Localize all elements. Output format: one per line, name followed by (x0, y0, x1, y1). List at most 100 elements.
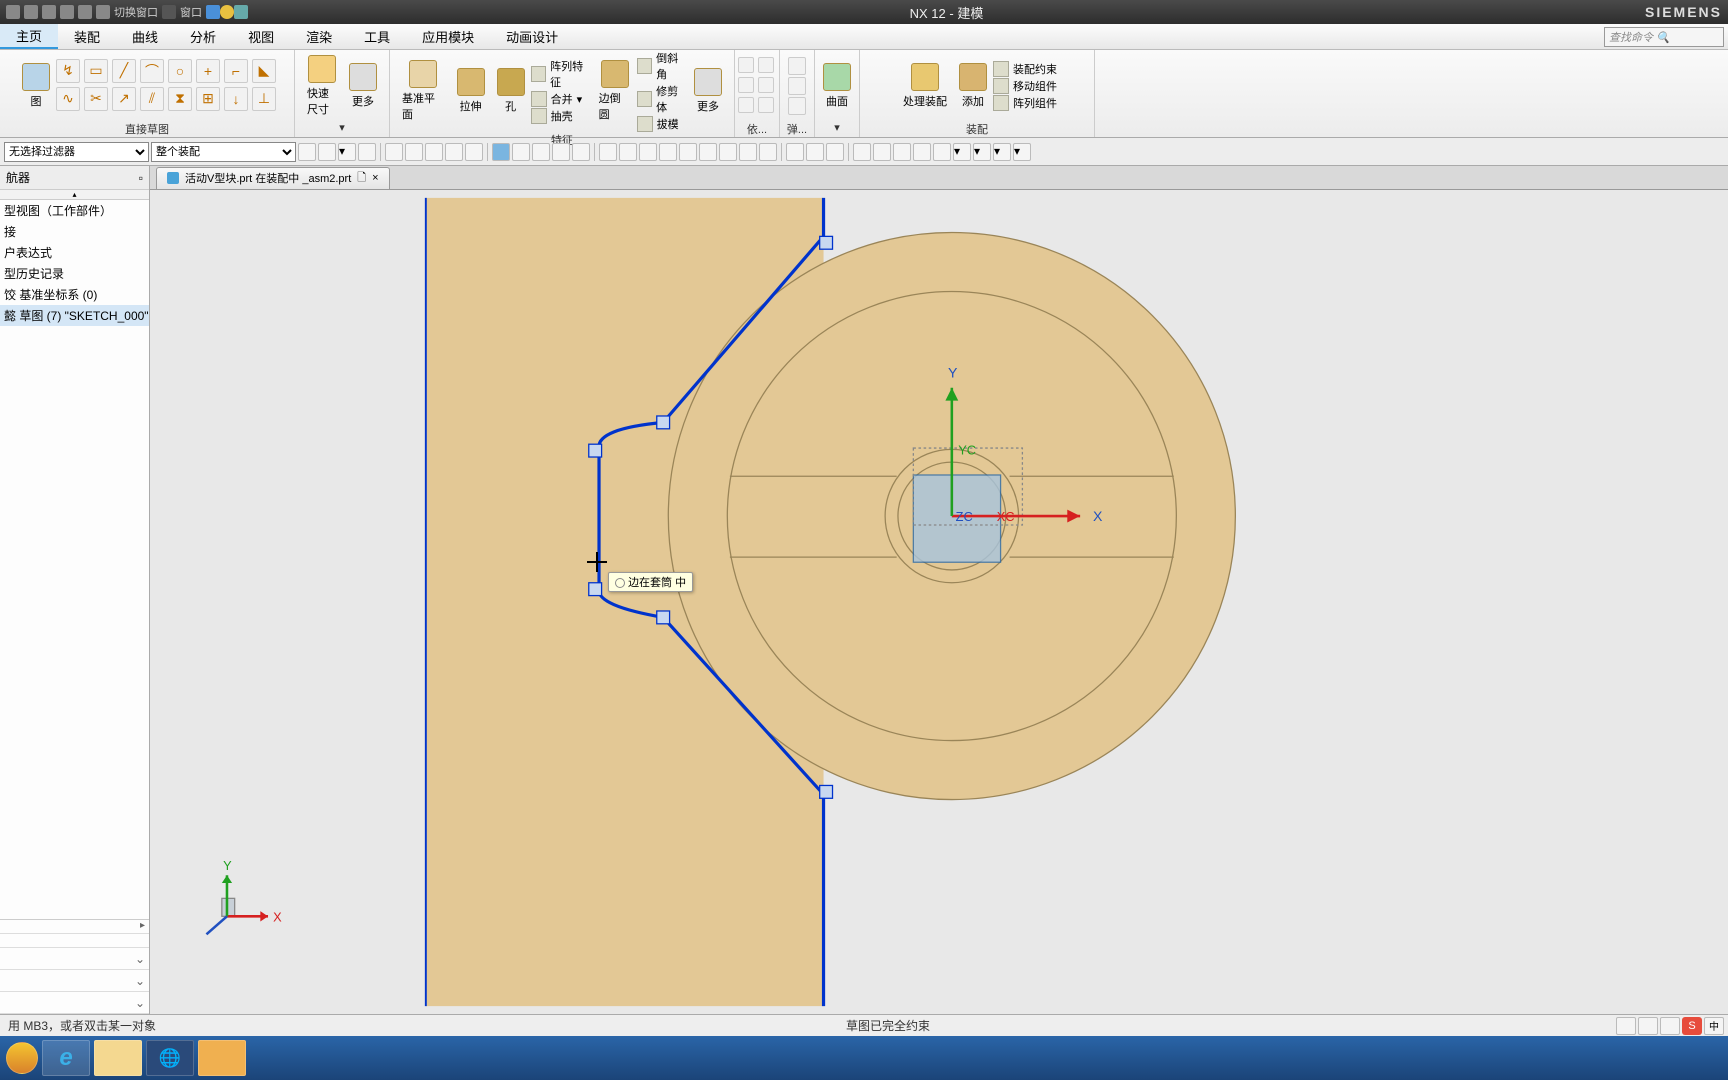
face-tool-icon[interactable] (738, 97, 754, 113)
tool-icon[interactable] (873, 143, 891, 161)
status-button[interactable] (1616, 1017, 1636, 1035)
filter-icon[interactable] (358, 143, 376, 161)
close-tab-icon[interactable]: × (372, 172, 378, 184)
footer-expander[interactable]: ⌄ (0, 992, 149, 1014)
hole-button[interactable]: 孔 (491, 66, 531, 116)
quick-dimension-button[interactable]: 快速尺寸 (301, 53, 343, 119)
snap-icon[interactable] (826, 143, 844, 161)
app-taskbar-icon[interactable] (198, 1040, 246, 1076)
filter-icon[interactable] (425, 143, 443, 161)
ie-taskbar-icon[interactable]: e (42, 1040, 90, 1076)
document-tab[interactable]: 活动V型块.prt 在装配中 _asm2.prt 🗋 × (156, 167, 390, 189)
snap-icon[interactable] (759, 143, 777, 161)
tab-curve[interactable]: 曲线 (116, 24, 174, 49)
more-sketch-button[interactable]: 更多 (343, 61, 383, 111)
snap-icon[interactable] (639, 143, 657, 161)
face-tool-icon[interactable] (758, 97, 774, 113)
selection-filter-dropdown[interactable]: 无选择过滤器 (4, 142, 149, 162)
snap-icon[interactable] (786, 143, 804, 161)
snap-icon[interactable] (719, 143, 737, 161)
tool-icon[interactable]: ▾ (1013, 143, 1031, 161)
surface-button[interactable]: 曲面 (817, 61, 857, 111)
app-taskbar-icon[interactable]: 🌐 (146, 1040, 194, 1076)
chamfer-button[interactable]: 倒斜角 (637, 50, 688, 82)
qa-icon[interactable] (96, 5, 110, 19)
window-menu[interactable]: 窗口 (176, 4, 206, 20)
graphics-viewport[interactable]: 活动V型块.prt 在装配中 _asm2.prt 🗋 × (150, 166, 1728, 1014)
qa-icon[interactable] (78, 5, 92, 19)
footer-expander[interactable]: ⌄ (0, 948, 149, 970)
pattern-component-button[interactable]: 阵列组件 (993, 95, 1057, 111)
assembly-scope-dropdown[interactable]: 整个装配 (151, 142, 296, 162)
face-tool-icon[interactable] (738, 77, 754, 93)
process-assembly-button[interactable]: 处理装配 (897, 61, 953, 111)
status-button[interactable] (1638, 1017, 1658, 1035)
view-icon[interactable] (552, 143, 570, 161)
view-icon[interactable] (572, 143, 590, 161)
tree-item[interactable]: 型历史记录 (0, 263, 149, 284)
face-tool-icon[interactable] (758, 57, 774, 73)
shell-button[interactable]: 抽壳 (531, 108, 593, 124)
explorer-taskbar-icon[interactable] (94, 1040, 142, 1076)
ime-indicator-icon[interactable]: S (1682, 1017, 1702, 1035)
switch-window-menu[interactable]: 切换窗口 (110, 4, 162, 20)
assembly-constraint-button[interactable]: 装配约束 (993, 61, 1057, 77)
tab-assembly[interactable]: 装配 (58, 24, 116, 49)
circle-icon[interactable]: ○ (168, 59, 192, 83)
constraint-icon[interactable]: ⊥ (252, 87, 276, 111)
more-feature-button[interactable]: 更多 (688, 66, 728, 116)
tree-item[interactable]: 接 (0, 221, 149, 242)
filter-icon[interactable] (465, 143, 483, 161)
sketch-button[interactable]: 图 (16, 61, 56, 111)
tab-animation[interactable]: 动画设计 (490, 24, 574, 49)
filter-icon[interactable] (405, 143, 423, 161)
unite-button[interactable]: 合并▾ (531, 91, 593, 107)
filter-icon[interactable] (445, 143, 463, 161)
chrome-taskbar-icon[interactable] (6, 1042, 38, 1074)
tree-item[interactable]: 户表达式 (0, 242, 149, 263)
command-search[interactable]: 查找命令 🔍 (1604, 27, 1724, 47)
qa-icon[interactable] (234, 5, 248, 19)
extrude-button[interactable]: 拉伸 (451, 66, 491, 116)
qa-icon[interactable] (206, 5, 220, 19)
snap-icon[interactable] (699, 143, 717, 161)
spring-tool-icon[interactable] (788, 97, 806, 115)
pattern-icon[interactable]: ⊞ (196, 87, 220, 111)
arc-icon[interactable]: ⌒ (140, 59, 164, 83)
edge-blend-button[interactable]: 边倒圆 (593, 58, 637, 124)
spring-tool-icon[interactable] (788, 77, 806, 95)
add-component-button[interactable]: 添加 (953, 61, 993, 111)
tree-item[interactable]: 饺 基准坐标系 (0) (0, 284, 149, 305)
face-tool-icon[interactable] (758, 77, 774, 93)
extend-icon[interactable]: ↗ (112, 87, 136, 111)
tree-item[interactable]: 型视图（工作部件） (0, 200, 149, 221)
canvas[interactable]: X Y XC YC ZC X Y 边在套筒 中 (150, 190, 1728, 1014)
draft-button[interactable]: 拔模 (637, 116, 688, 132)
datum-plane-button[interactable]: 基准平面 (396, 58, 451, 124)
rectangle-icon[interactable]: ▭ (84, 59, 108, 83)
pattern-feature-button[interactable]: 阵列特征 (531, 58, 593, 90)
navigator-tree[interactable]: 型视图（工作部件） 接 户表达式 型历史记录 饺 基准坐标系 (0) 懿 草图 … (0, 200, 149, 919)
qa-icon[interactable] (6, 5, 20, 19)
tool-icon[interactable] (913, 143, 931, 161)
snap-icon[interactable] (679, 143, 697, 161)
view-icon[interactable] (532, 143, 550, 161)
tool-icon[interactable] (893, 143, 911, 161)
tab-tools[interactable]: 工具 (348, 24, 406, 49)
tab-home[interactable]: 主页 (0, 24, 58, 49)
footer-expander[interactable]: ⌄ (0, 970, 149, 992)
chamfer-icon[interactable]: ◣ (252, 59, 276, 83)
qa-icon[interactable] (42, 5, 56, 19)
profile-icon[interactable]: ↯ (56, 59, 80, 83)
offset-icon[interactable]: ⫽ (140, 87, 164, 111)
tool-icon[interactable] (933, 143, 951, 161)
snap-icon[interactable] (619, 143, 637, 161)
move-component-button[interactable]: 移动组件 (993, 78, 1057, 94)
fillet-icon[interactable]: ⌐ (224, 59, 248, 83)
qa-icon[interactable] (162, 5, 176, 19)
snap-icon[interactable] (659, 143, 677, 161)
tool-icon[interactable]: ▾ (973, 143, 991, 161)
spring-tool-icon[interactable] (788, 57, 806, 75)
filter-icon[interactable] (385, 143, 403, 161)
mirror-icon[interactable]: ⧗ (168, 87, 192, 111)
